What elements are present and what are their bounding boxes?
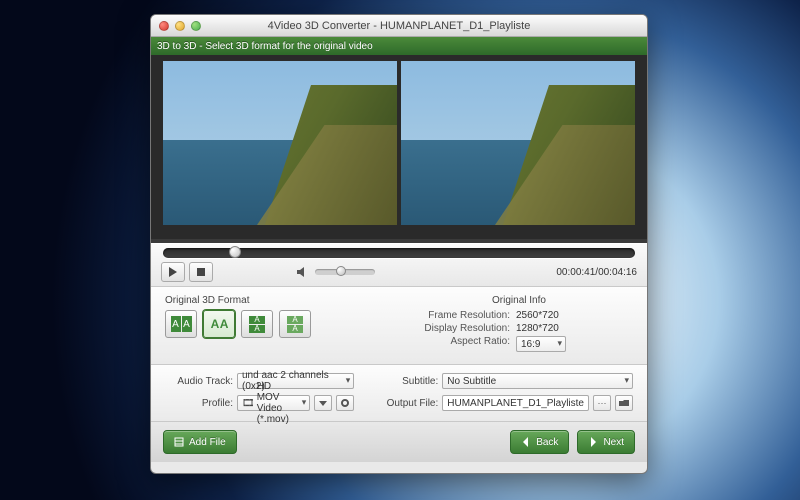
audio-track-label: Audio Track: bbox=[165, 376, 233, 387]
back-label: Back bbox=[536, 437, 558, 448]
time-counter: 00:00:41/00:04:16 bbox=[556, 267, 637, 278]
instruction-bar: 3D to 3D - Select 3D format for the orig… bbox=[151, 37, 647, 55]
titlebar: 4Video 3D Converter - HUMANPLANET_D1_Pla… bbox=[151, 15, 647, 37]
preview-left-eye bbox=[163, 61, 397, 225]
disp-res-label: Display Resolution: bbox=[405, 323, 510, 334]
scrub-bar[interactable] bbox=[163, 248, 635, 258]
disp-res-value: 1280*720 bbox=[516, 323, 559, 334]
video-preview bbox=[151, 55, 647, 243]
profile-select[interactable]: 🎞HD MOV Video (*.mov) bbox=[237, 395, 310, 411]
subtitle-select[interactable]: No Subtitle bbox=[442, 373, 633, 389]
format-sbs-half[interactable]: AA bbox=[165, 310, 197, 338]
chevron-right-icon bbox=[588, 437, 598, 447]
format-sbs-full[interactable]: A A bbox=[203, 310, 235, 338]
ellipsis-icon: ··· bbox=[598, 398, 607, 408]
instruction-text: 3D to 3D - Select 3D format for the orig… bbox=[157, 41, 373, 52]
play-button[interactable] bbox=[161, 262, 185, 282]
browse-output-button[interactable]: ··· bbox=[593, 395, 611, 411]
format-tab-full[interactable]: AA bbox=[279, 310, 311, 338]
volume-slider[interactable] bbox=[315, 269, 375, 275]
footer-bar: Add File Back Next bbox=[151, 422, 647, 462]
next-label: Next bbox=[603, 437, 624, 448]
open-folder-button[interactable] bbox=[615, 395, 633, 411]
app-window: 4Video 3D Converter - HUMANPLANET_D1_Pla… bbox=[150, 14, 648, 474]
volume-knob[interactable] bbox=[336, 266, 346, 276]
info-heading: Original Info bbox=[405, 295, 633, 306]
format-tab-half[interactable]: AA bbox=[241, 310, 273, 338]
format-info-panel: Original 3D Format AA A A AA AA Original… bbox=[151, 287, 647, 365]
scrub-knob[interactable] bbox=[229, 246, 241, 258]
preview-right-eye bbox=[401, 61, 635, 225]
frame-res-value: 2560*720 bbox=[516, 310, 559, 321]
stop-button[interactable] bbox=[189, 262, 213, 282]
speaker-icon bbox=[297, 267, 309, 277]
window-title: 4Video 3D Converter - HUMANPLANET_D1_Pla… bbox=[151, 20, 647, 32]
folder-icon bbox=[619, 398, 629, 408]
add-file-label: Add File bbox=[189, 437, 226, 448]
output-file-field[interactable]: HUMANPLANET_D1_Playliste bbox=[442, 395, 589, 411]
format-heading: Original 3D Format bbox=[165, 295, 393, 306]
aspect-label: Aspect Ratio: bbox=[405, 336, 510, 352]
next-button[interactable]: Next bbox=[577, 430, 635, 454]
subtitle-label: Subtitle: bbox=[370, 376, 438, 387]
play-icon bbox=[168, 267, 178, 277]
back-button[interactable]: Back bbox=[510, 430, 569, 454]
frame-res-label: Frame Resolution: bbox=[405, 310, 510, 321]
audio-track-select[interactable]: und aac 2 channels (0x2) bbox=[237, 373, 354, 389]
stop-icon bbox=[196, 267, 206, 277]
playback-controls: 00:00:41/00:04:16 bbox=[151, 243, 647, 287]
aspect-ratio-select[interactable]: 16:9 bbox=[516, 336, 566, 352]
chevron-left-icon bbox=[521, 437, 531, 447]
add-file-button[interactable]: Add File bbox=[163, 430, 237, 454]
profile-down-button[interactable] bbox=[314, 395, 332, 411]
profile-settings-button[interactable] bbox=[336, 395, 354, 411]
profile-label: Profile: bbox=[165, 398, 233, 409]
chevron-down-icon bbox=[318, 398, 328, 408]
settings-panel: Audio Track: und aac 2 channels (0x2) Su… bbox=[151, 365, 647, 422]
gear-icon bbox=[340, 398, 350, 408]
volume-control bbox=[297, 267, 375, 277]
output-file-label: Output File: bbox=[370, 398, 438, 409]
format-buttons: AA A A AA AA bbox=[165, 310, 393, 338]
film-icon bbox=[174, 437, 184, 447]
